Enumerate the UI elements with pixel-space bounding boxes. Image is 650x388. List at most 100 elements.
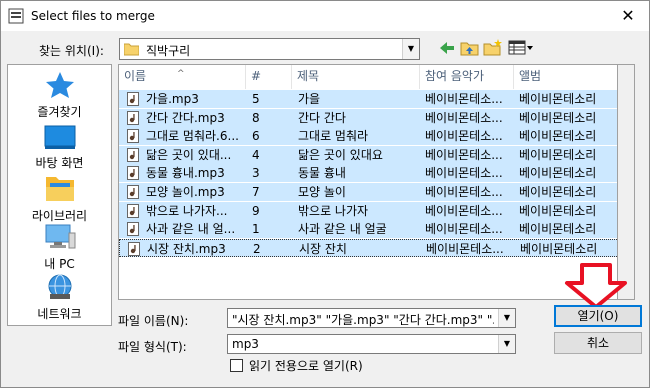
cell-album: 베이비몬테소리 (519, 166, 597, 181)
cell-title: 동물 흉내 (298, 166, 346, 181)
cell-title: 간다 간다 (298, 110, 346, 125)
file-row[interactable]: 동물 흉내.mp3 3 동물 흉내 베이비몬테소... 베이비몬테소리 (119, 164, 617, 183)
cell-album: 베이비몬테소리 (519, 110, 597, 125)
desktop-icon (44, 125, 75, 149)
cell-num: 9 (252, 203, 260, 218)
cell-title: 밖으로 나가자 (298, 203, 369, 218)
app-icon (8, 8, 24, 24)
column-header-album[interactable]: 앨범 (514, 65, 617, 89)
audio-file-icon (127, 166, 139, 181)
place-label: 바탕 화면 (35, 156, 84, 170)
cell-artist: 베이비몬테소... (425, 222, 503, 237)
cell-album: 베이비몬테소리 (519, 92, 597, 106)
place-label: 네트워크 (37, 307, 82, 321)
cell-artist: 베이비몬테소... (425, 147, 503, 162)
file-name-input[interactable]: "시장 잔치.mp3" "가을.mp3" "간다 간다.mp3" "그 ▼ (227, 308, 516, 328)
chevron-down-icon[interactable]: ▼ (402, 39, 419, 59)
cell-num: 3 (252, 166, 260, 181)
cell-title: 그대로 멈춰라 (298, 129, 369, 144)
column-header-artist[interactable]: 참여 음악가 (420, 65, 514, 89)
audio-file-icon (128, 241, 140, 256)
place-network[interactable]: 네트워크 (8, 273, 111, 322)
cancel-button[interactable]: 취소 (554, 332, 642, 354)
cell-num: 7 (252, 185, 260, 199)
window-title: Select files to merge (31, 9, 155, 23)
look-in-combo[interactable]: 직박구리 ▼ (119, 38, 420, 60)
cell-name: 동물 흉내.mp3 (146, 166, 225, 181)
file-row[interactable]: 사과 같은 내 얼... 1 사과 같은 내 얼굴 베이비몬테소... 베이비몬테소리 (119, 220, 617, 239)
folder-icon (124, 43, 139, 56)
column-header-name[interactable]: 이름 ^ (119, 65, 246, 89)
cell-name: 닮은 곳이 있대... (146, 147, 232, 162)
read-only-label: 읽기 전용으로 열기(R) (249, 359, 363, 373)
column-header-title[interactable]: 제목 (292, 65, 420, 89)
file-name-label: 파일 이름(N): (118, 314, 189, 328)
cell-artist: 베이비몬테소... (425, 92, 503, 106)
place-label: 내 PC (44, 257, 75, 271)
column-header-number[interactable]: # (246, 65, 292, 89)
title-bar: Select files to merge ✕ (1, 1, 649, 31)
up-folder-icon[interactable] (460, 39, 479, 57)
look-in-value: 직박구리 (146, 44, 191, 58)
cell-name: 가을.mp3 (146, 92, 199, 106)
chevron-down-icon[interactable]: ▼ (498, 309, 515, 327)
list-header: 이름 ^ # 제목 참여 음악가 앨범 (119, 65, 617, 89)
cell-num: 8 (252, 110, 260, 125)
file-row[interactable]: 닮은 곳이 있대... 4 닮은 곳이 있대요 베이비몬테소... 베이비몬테소리 (119, 145, 617, 164)
sort-up-icon: ^ (177, 69, 185, 79)
cell-album: 베이비몬테소리 (520, 241, 598, 256)
cell-album: 베이비몬테소리 (519, 147, 597, 162)
look-in-label: 찾는 위치(I): (39, 44, 104, 58)
file-list[interactable]: 이름 ^ # 제목 참여 음악가 앨범 가을.mp3 5 가을 베이비몬테소... 베이… (118, 64, 618, 300)
close-button[interactable]: ✕ (617, 5, 639, 27)
cell-artist: 베이비몬테소... (425, 129, 503, 144)
cell-num: 2 (253, 241, 261, 256)
computer-icon (45, 224, 75, 249)
file-row[interactable]: 그대로 멈춰라.6... 6 그대로 멈춰라 베이비몬테소... 베이비몬테소리 (119, 127, 617, 146)
cell-num: 1 (252, 222, 260, 237)
new-folder-icon[interactable] (483, 39, 503, 57)
place-libraries[interactable]: 라이브러리 (8, 173, 111, 224)
audio-file-icon (127, 147, 139, 162)
cell-num: 5 (252, 92, 260, 106)
chevron-down-icon[interactable]: ▼ (498, 335, 515, 353)
audio-file-icon (127, 203, 139, 218)
cell-title: 시장 잔치 (299, 241, 347, 256)
file-row[interactable]: 밖으로 나가자... 9 밖으로 나가자 베이비몬테소... 베이비몬테소리 (119, 201, 617, 220)
cell-name: 간다 간다.mp3 (146, 110, 225, 125)
cell-artist: 베이비몬테소... (425, 203, 503, 218)
file-row[interactable]: 모양 놀이.mp3 7 모양 놀이 베이비몬테소... 베이비몬테소리 (119, 183, 617, 201)
cell-artist: 베이비몬테소... (425, 110, 503, 125)
network-icon (48, 274, 71, 299)
dialog-window: Select files to merge ✕ 찾는 위치(I): 직박구리 ▼ (0, 0, 650, 388)
view-menu-icon[interactable] (508, 39, 534, 57)
audio-file-icon (127, 129, 139, 144)
library-icon (45, 177, 74, 201)
cell-num: 4 (252, 147, 260, 162)
place-favorites[interactable]: 즐겨찾기 (8, 71, 111, 120)
cell-artist: 베이비몬테소... (425, 166, 503, 181)
read-only-checkbox[interactable] (230, 359, 243, 372)
place-desktop[interactable]: 바탕 화면 (8, 124, 111, 171)
cell-album: 베이비몬테소리 (519, 129, 597, 144)
cell-album: 베이비몬테소리 (519, 222, 597, 237)
file-row[interactable]: 간다 간다.mp3 8 간다 간다 베이비몬테소... 베이비몬테소리 (119, 108, 617, 127)
back-icon[interactable] (438, 39, 456, 57)
cell-title: 모양 놀이 (298, 185, 346, 199)
cell-num: 6 (252, 129, 260, 144)
file-type-select[interactable]: mp3 ▼ (227, 334, 516, 354)
audio-file-icon (127, 110, 139, 125)
cell-album: 베이비몬테소리 (519, 203, 597, 218)
file-row[interactable]: 가을.mp3 5 가을 베이비몬테소... 베이비몬테소리 (119, 90, 617, 108)
place-this-pc[interactable]: 내 PC (8, 223, 111, 272)
audio-file-icon (127, 222, 139, 237)
cell-artist: 베이비몬테소... (426, 241, 504, 256)
open-button[interactable]: 열기(O) (554, 305, 642, 327)
cell-album: 베이비몬테소리 (519, 185, 597, 199)
place-label: 즐겨찾기 (37, 105, 82, 119)
red-arrow-icon (565, 263, 627, 309)
file-row[interactable]: 시장 잔치.mp3 2 시장 잔치 베이비몬테소... 베이비몬테소리 (119, 238, 617, 257)
cell-name: 밖으로 나가자... (146, 203, 228, 218)
audio-file-icon (127, 185, 139, 199)
cell-name: 사과 같은 내 얼... (146, 222, 236, 237)
